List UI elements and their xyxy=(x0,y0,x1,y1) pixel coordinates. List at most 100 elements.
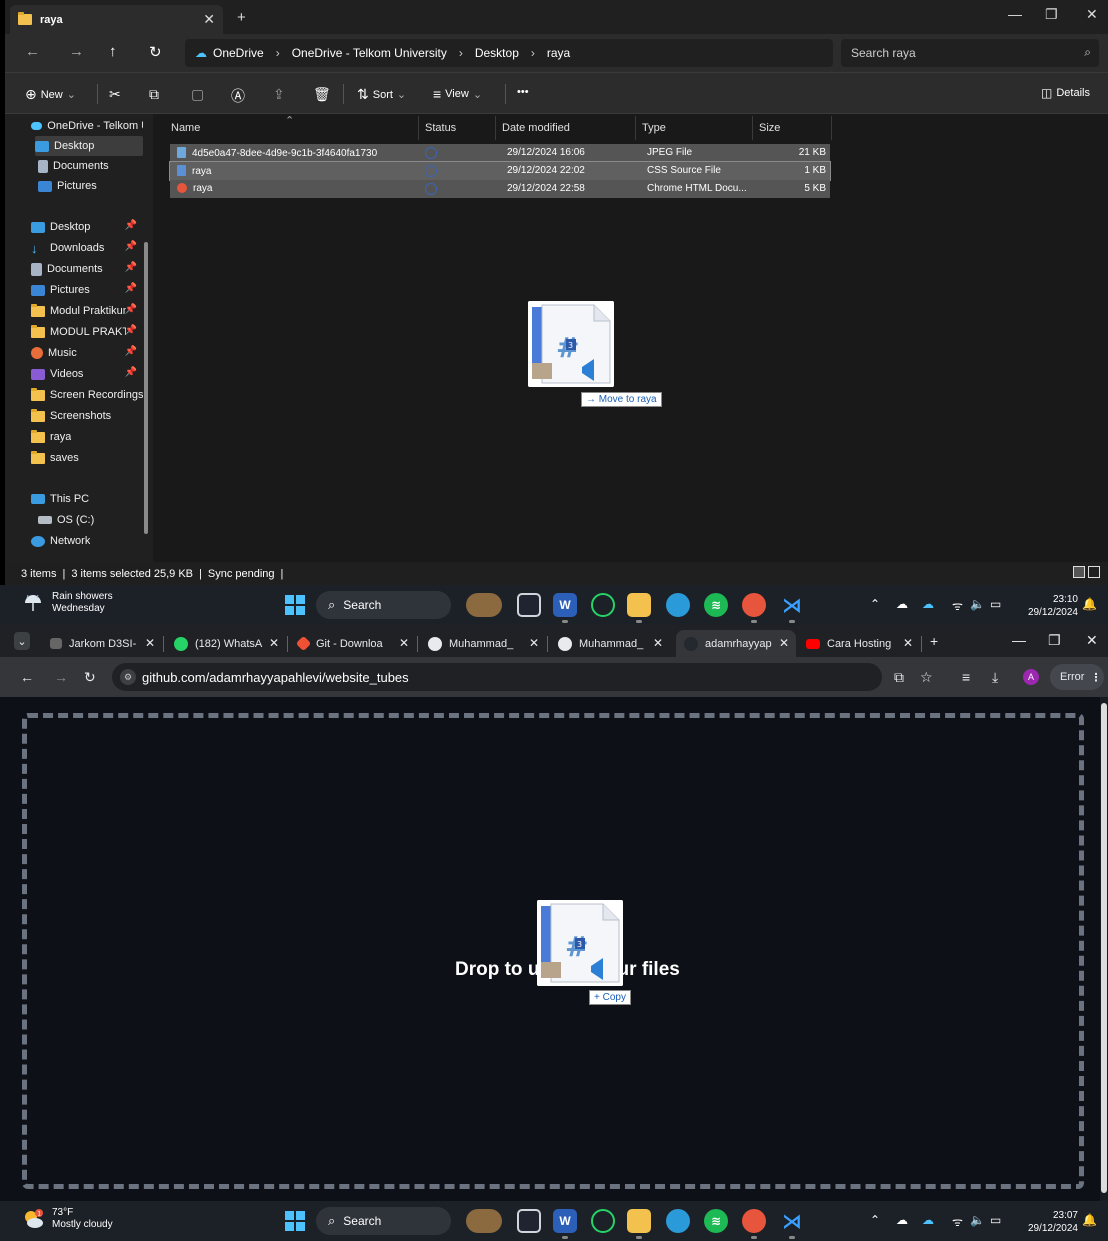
column-divider[interactable] xyxy=(635,116,636,140)
column-divider[interactable] xyxy=(752,116,753,140)
vscode-app-icon[interactable]: ⋊ xyxy=(780,1209,804,1239)
vscode-app-icon[interactable]: ⋊ xyxy=(780,593,804,623)
sidebar-item-downloads[interactable]: ↓ Downloads 📌 xyxy=(31,238,143,258)
new-tab-button[interactable]: + xyxy=(237,9,246,26)
sidebar-item-saves[interactable]: saves xyxy=(31,448,143,468)
column-header-name[interactable]: Name xyxy=(171,122,200,134)
site-info-icon[interactable]: ⚙ xyxy=(120,669,136,685)
notification-bell-icon[interactable]: 🔔 xyxy=(1082,1213,1097,1227)
chrome-app-icon[interactable] xyxy=(742,1209,766,1239)
file-row-jpeg[interactable]: 4d5e0a47-8dee-4d9e-9c1b-3f4640fa1730 29/… xyxy=(170,144,830,162)
breadcrumb-raya[interactable]: raya xyxy=(547,46,570,60)
volume-icon[interactable]: 🔈 xyxy=(970,1213,985,1227)
forward-arrow-icon[interactable]: → xyxy=(54,669,68,685)
breadcrumb-telkom[interactable]: OneDrive - Telkom University xyxy=(292,46,447,60)
sidebar-item-pictures[interactable]: Pictures 📌 xyxy=(31,280,143,300)
install-app-icon[interactable]: ⧉ xyxy=(894,669,904,686)
reload-icon[interactable]: ↻ xyxy=(84,669,96,686)
bookmark-star-icon[interactable]: ☆ xyxy=(920,669,933,686)
tab-search-chevron-icon[interactable]: ⌄ xyxy=(14,632,30,650)
details-pane-button[interactable]: ◫ Details xyxy=(1041,86,1090,100)
pin-icon[interactable]: 📌 xyxy=(125,262,137,273)
tab-git-download[interactable]: Git - Downloa ✕ xyxy=(292,630,416,657)
refresh-icon[interactable]: ↻ xyxy=(149,43,162,61)
task-view-icon[interactable] xyxy=(517,593,541,617)
taskbar-clock[interactable]: 23:10 29/12/2024 xyxy=(1028,593,1078,619)
taskbar-search[interactable]: ⌕ Search xyxy=(316,1207,451,1235)
sidebar-item-screenshots[interactable]: Screenshots xyxy=(31,406,143,426)
close-window-button[interactable]: ✕ xyxy=(1086,632,1098,649)
column-divider[interactable] xyxy=(831,116,832,140)
view-button[interactable]: ≡ View ⌄ xyxy=(433,86,482,102)
breadcrumb-desktop[interactable]: Desktop xyxy=(475,46,519,60)
sidebar-item-os-c[interactable]: OS (C:) xyxy=(38,510,143,530)
sidebar-item-desktop[interactable]: Desktop 📌 xyxy=(31,217,143,237)
close-tab-icon[interactable]: ✕ xyxy=(269,636,279,650)
minimize-button[interactable]: — xyxy=(1012,632,1026,648)
breadcrumb[interactable]: ☁ OneDrive › OneDrive - Telkom Universit… xyxy=(185,39,833,67)
whatsapp-app-icon[interactable] xyxy=(591,1209,615,1233)
wifi-icon[interactable]: ᯤ xyxy=(952,597,963,614)
edge-app-icon[interactable] xyxy=(666,1209,690,1233)
sidebar-item-onedrive[interactable]: OneDrive - Telkom U xyxy=(31,116,143,136)
tiles-view-icon[interactable] xyxy=(1088,566,1100,578)
profile-avatar[interactable]: A xyxy=(1023,669,1039,685)
column-divider[interactable] xyxy=(418,116,419,140)
battery-icon[interactable]: ▭ xyxy=(990,597,1001,611)
file-explorer-app-icon[interactable] xyxy=(627,593,651,623)
maximize-button[interactable]: ❐ xyxy=(1045,6,1058,23)
close-tab-icon[interactable]: ✕ xyxy=(653,636,663,650)
start-button[interactable] xyxy=(285,1211,305,1231)
tab-cara-hosting[interactable]: Cara Hosting ✕ xyxy=(802,630,920,657)
sidebar-item-music[interactable]: Music 📌 xyxy=(31,343,143,363)
pin-icon[interactable]: 📌 xyxy=(125,304,137,315)
volume-icon[interactable]: 🔈 xyxy=(970,597,985,611)
close-tab-icon[interactable]: ✕ xyxy=(145,636,155,650)
tray-chevron-up-icon[interactable]: ⌃ xyxy=(870,1213,880,1227)
widget-camel-icon[interactable] xyxy=(466,593,502,617)
weather-widget[interactable]: Rain showers Wednesday xyxy=(22,591,113,615)
sidebar-item-modul-praktikum[interactable]: Modul Praktikum 📌 xyxy=(31,301,143,321)
tab-jarkom[interactable]: Jarkom D3SI- ✕ xyxy=(44,630,162,657)
spotify-app-icon[interactable]: ≋ xyxy=(704,593,728,617)
sidebar-scrollbar[interactable] xyxy=(144,242,148,534)
pin-icon[interactable]: 📌 xyxy=(125,346,137,357)
error-menu-button[interactable]: Error ⋮ xyxy=(1050,664,1104,690)
tab-adamrhayyap-active[interactable]: adamrhayyap ✕ xyxy=(676,630,796,657)
sidebar-item-videos[interactable]: Videos 📌 xyxy=(31,364,143,384)
onedrive-tray-icon[interactable]: ☁ xyxy=(896,1213,908,1227)
share-button[interactable]: ⇪ xyxy=(273,86,289,103)
new-tab-button[interactable]: + xyxy=(930,633,938,649)
sidebar-item-network[interactable]: Network xyxy=(31,531,143,551)
downloads-icon[interactable]: ⤓ xyxy=(992,669,998,686)
close-tab-icon[interactable]: ✕ xyxy=(779,636,789,650)
column-header-size[interactable]: Size xyxy=(759,122,780,134)
maximize-button[interactable]: ❐ xyxy=(1048,632,1061,649)
breadcrumb-onedrive[interactable]: OneDrive xyxy=(213,46,264,60)
pin-icon[interactable]: 📌 xyxy=(125,367,137,378)
page-scrollbar[interactable] xyxy=(1100,697,1108,1201)
column-header-type[interactable]: Type xyxy=(642,122,666,134)
task-view-icon[interactable] xyxy=(517,1209,541,1233)
onedrive-tray-icon[interactable]: ☁ xyxy=(896,597,908,611)
sidebar-item-raya[interactable]: raya xyxy=(31,427,143,447)
column-divider[interactable] xyxy=(495,116,496,140)
file-row-css[interactable]: raya 29/12/2024 22:02 CSS Source File 1 … xyxy=(169,161,831,181)
paste-button[interactable]: ▢ xyxy=(191,86,208,103)
onedrive-sync-icon[interactable]: ☁ xyxy=(922,1213,934,1227)
sidebar-item-documents[interactable]: Documents 📌 xyxy=(31,259,143,279)
sidebar-item-this-pc[interactable]: This PC xyxy=(31,489,143,509)
weather-widget[interactable]: 1 73°F Mostly cloudy xyxy=(22,1207,113,1231)
tab-whatsapp[interactable]: (182) WhatsA ✕ xyxy=(168,630,286,657)
start-button[interactable] xyxy=(285,595,305,615)
tray-chevron-up-icon[interactable]: ⌃ xyxy=(870,597,880,611)
column-header-date[interactable]: Date modified xyxy=(502,122,570,134)
taskbar-clock[interactable]: 23:07 29/12/2024 xyxy=(1028,1209,1078,1235)
close-tab-icon[interactable]: ✕ xyxy=(399,636,409,650)
tab-muhammad-1[interactable]: Muhammad_ ✕ xyxy=(422,630,546,657)
sidebar-item-screen-recordings[interactable]: Screen Recordings xyxy=(31,385,143,405)
close-window-button[interactable]: ✕ xyxy=(1086,6,1098,23)
taskbar-search[interactable]: ⌕ Search xyxy=(316,591,451,619)
tab-muhammad-2[interactable]: Muhammad_ ✕ xyxy=(552,630,670,657)
new-button[interactable]: ⊕ New ⌄ xyxy=(25,86,76,103)
